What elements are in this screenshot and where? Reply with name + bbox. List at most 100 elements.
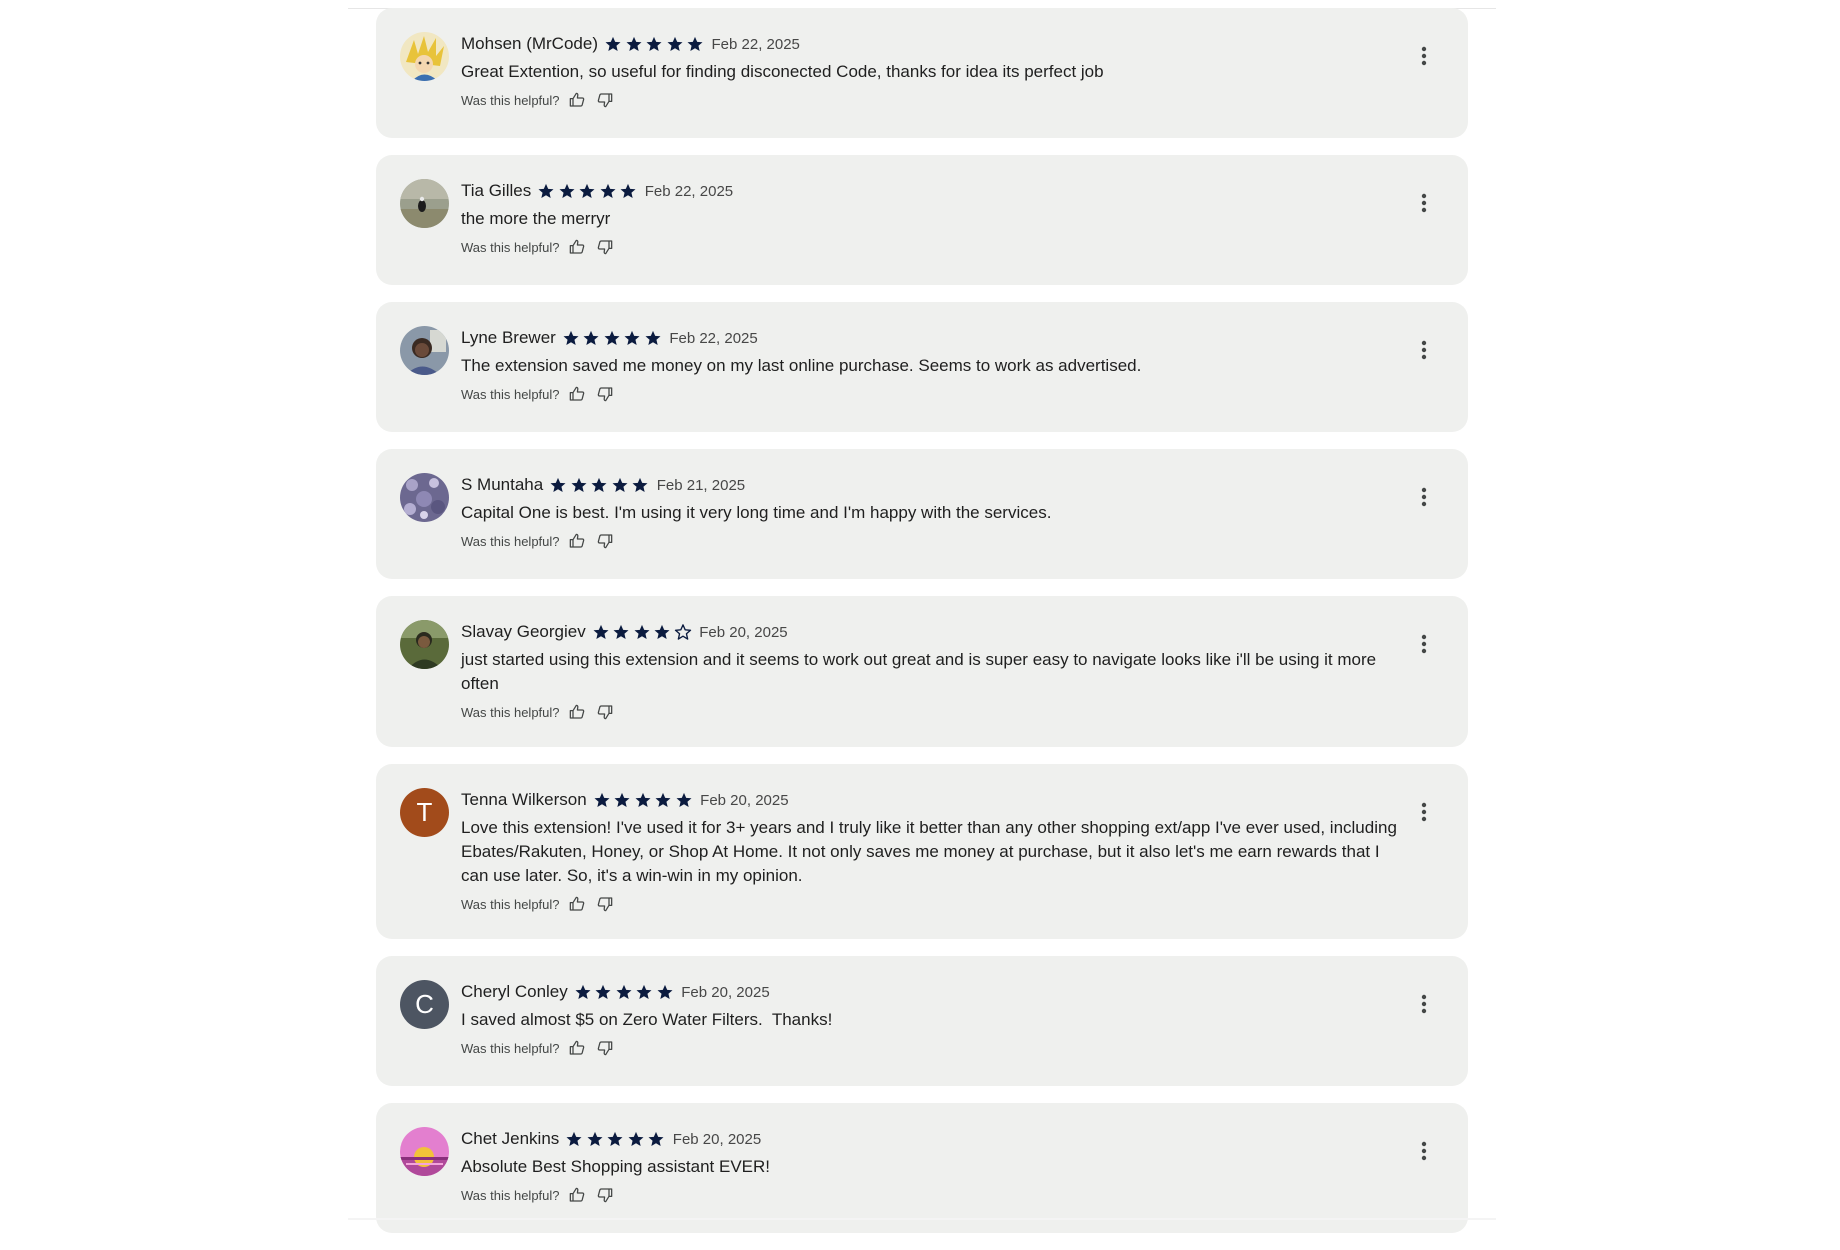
review-date: Feb 22, 2025 xyxy=(644,182,734,200)
reviews-list: Mohsen (MrCode) Feb 22, 2025 Great Extenti… xyxy=(376,8,1468,1250)
star-filled-icon xyxy=(586,1130,604,1148)
review-text: Great Extention, so useful for finding d… xyxy=(461,62,1104,81)
helpful-label: Was this helpful? xyxy=(461,92,560,108)
star-rating xyxy=(565,1130,668,1148)
reviewer-name: Chet Jenkins xyxy=(461,1129,560,1148)
star-rating xyxy=(549,476,652,494)
star-rating xyxy=(592,623,695,641)
thumbs-down-icon[interactable] xyxy=(596,895,614,913)
review-text: the more the merryr xyxy=(461,209,611,228)
review-date: Feb 22, 2025 xyxy=(711,35,800,53)
review-header: Slavay Georgiev Feb 20, 2025 xyxy=(461,620,1398,644)
floral-photo-avatar xyxy=(400,473,449,522)
more-options-icon[interactable] xyxy=(1414,44,1434,68)
more-options-icon[interactable] xyxy=(1414,1139,1434,1163)
star-filled-icon xyxy=(675,791,693,809)
review-header: Lyne Brewer Feb 22, 2025 xyxy=(461,326,1398,350)
review-header: Tia Gilles Feb 22, 2025 xyxy=(461,179,1398,203)
star-filled-icon xyxy=(558,182,576,200)
thumbs-up-icon[interactable] xyxy=(568,238,586,256)
star-filled-icon xyxy=(574,983,592,1001)
thumbs-up-icon[interactable] xyxy=(568,385,586,403)
star-filled-icon xyxy=(686,35,704,53)
helpful-label: Was this helpful? xyxy=(461,1187,560,1203)
star-empty-icon xyxy=(674,623,692,641)
thumbs-up-icon[interactable] xyxy=(568,532,586,550)
review-card: C Cheryl Conley Feb 20, 2025 I saved almost… xyxy=(376,956,1468,1086)
more-options-icon[interactable] xyxy=(1414,632,1434,656)
star-filled-icon xyxy=(565,1130,583,1148)
star-filled-icon xyxy=(653,623,671,641)
helpful-label: Was this helpful? xyxy=(461,239,560,255)
thumbs-down-icon[interactable] xyxy=(596,1186,614,1204)
avatar: C xyxy=(400,980,449,1029)
star-filled-icon xyxy=(625,35,643,53)
review-header: Chet Jenkins Feb 20, 2025 xyxy=(461,1127,1398,1151)
review-card: S Muntaha Feb 21, 2025 Capital One is best… xyxy=(376,449,1468,579)
thumbs-up-icon[interactable] xyxy=(568,703,586,721)
star-rating xyxy=(604,35,707,53)
star-filled-icon xyxy=(592,623,610,641)
avatar-letter: C xyxy=(415,989,434,1019)
review-date: Feb 21, 2025 xyxy=(656,476,746,494)
avatar-letter: T xyxy=(416,797,433,827)
star-filled-icon xyxy=(645,35,663,53)
reviewer-name: Mohsen (MrCode) xyxy=(461,34,598,53)
helpful-label: Was this helpful? xyxy=(461,704,560,720)
thumbs-down-icon[interactable] xyxy=(596,1039,614,1057)
review-card: Slavay Georgiev Feb 20, 2025 just started … xyxy=(376,596,1468,747)
star-filled-icon xyxy=(603,329,621,347)
helpful-label: Was this helpful? xyxy=(461,386,560,402)
cartoon-character-avatar xyxy=(400,32,449,81)
thumbs-up-icon[interactable] xyxy=(568,91,586,109)
review-date: Feb 20, 2025 xyxy=(699,623,788,641)
more-options-icon[interactable] xyxy=(1414,191,1434,215)
more-options-icon[interactable] xyxy=(1414,800,1434,824)
star-filled-icon xyxy=(631,476,649,494)
person-photo-avatar xyxy=(400,326,449,375)
review-header: Tenna Wilkerson Feb 20, 2025 xyxy=(461,788,1398,812)
star-filled-icon xyxy=(611,476,629,494)
more-options-icon[interactable] xyxy=(1414,485,1434,509)
thumbs-down-icon[interactable] xyxy=(596,385,614,403)
star-filled-icon xyxy=(606,1130,624,1148)
more-options-icon[interactable] xyxy=(1414,338,1434,362)
star-filled-icon xyxy=(549,476,567,494)
star-filled-icon xyxy=(613,791,631,809)
star-filled-icon xyxy=(644,329,662,347)
star-rating xyxy=(593,791,696,809)
star-filled-icon xyxy=(612,623,630,641)
star-filled-icon xyxy=(656,983,674,1001)
review-text: The extension saved me money on my last … xyxy=(461,356,1142,375)
review-card: Lyne Brewer Feb 22, 2025 The extension sav… xyxy=(376,302,1468,432)
helpful-feedback: Was this helpful? xyxy=(461,530,1398,552)
thumbs-up-icon[interactable] xyxy=(568,895,586,913)
helpful-feedback: Was this helpful? xyxy=(461,236,1398,258)
reviewer-name: Cheryl Conley xyxy=(461,982,568,1001)
thumbs-up-icon[interactable] xyxy=(568,1186,586,1204)
review-card: Mohsen (MrCode) Feb 22, 2025 Great Extenti… xyxy=(376,8,1468,138)
thumbs-up-icon[interactable] xyxy=(568,1039,586,1057)
star-filled-icon xyxy=(635,983,653,1001)
review-date: Feb 20, 2025 xyxy=(700,791,789,809)
review-date: Feb 20, 2025 xyxy=(672,1130,762,1148)
star-filled-icon xyxy=(666,35,684,53)
star-filled-icon xyxy=(633,623,651,641)
thumbs-down-icon[interactable] xyxy=(596,703,614,721)
star-rating xyxy=(574,983,677,1001)
reviewer-name: Slavay Georgiev xyxy=(461,622,586,641)
star-filled-icon xyxy=(634,791,652,809)
helpful-label: Was this helpful? xyxy=(461,1040,560,1056)
review-header: Mohsen (MrCode) Feb 22, 2025 xyxy=(461,32,1398,56)
review-card: T Tenna Wilkerson Feb 20, 2025 Love this ex… xyxy=(376,764,1468,939)
review-header: S Muntaha Feb 21, 2025 xyxy=(461,473,1398,497)
star-rating xyxy=(537,182,640,200)
thumbs-down-icon[interactable] xyxy=(596,91,614,109)
thumbs-down-icon[interactable] xyxy=(596,532,614,550)
star-filled-icon xyxy=(654,791,672,809)
star-filled-icon xyxy=(619,182,637,200)
thumbs-down-icon[interactable] xyxy=(596,238,614,256)
more-options-icon[interactable] xyxy=(1414,992,1434,1016)
review-text: I saved almost $5 on Zero Water Filters.… xyxy=(461,1010,833,1029)
reviewer-name: Tia Gilles xyxy=(461,181,532,200)
